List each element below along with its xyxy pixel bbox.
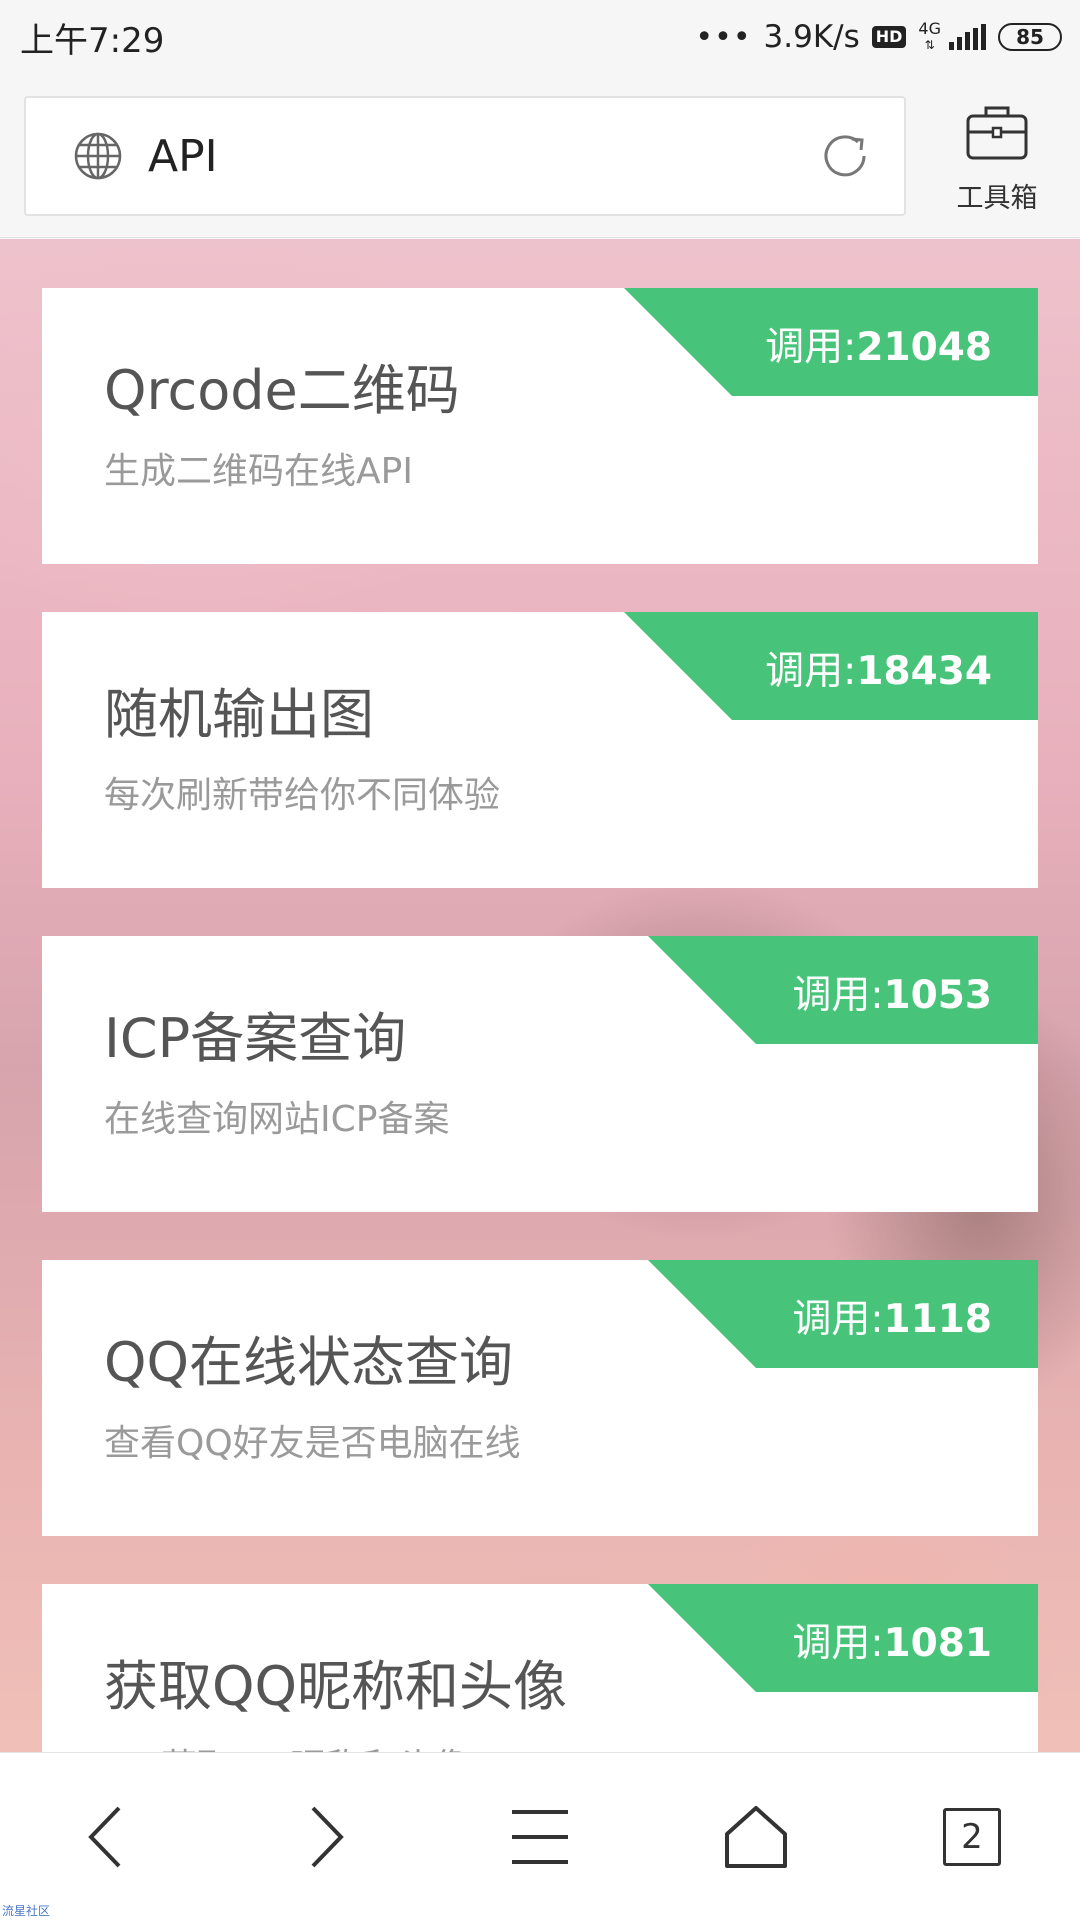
address-text[interactable]: API <box>148 131 816 182</box>
menu-button[interactable] <box>432 1753 648 1920</box>
data-arrows-icon: ⇅ <box>924 38 935 52</box>
toolbox-button[interactable]: 工具箱 <box>942 96 1052 216</box>
watermark: 流星社区 <box>2 1904 51 1918</box>
api-description: 生成二维码在线API <box>104 451 413 492</box>
menu-icon <box>512 1810 568 1864</box>
status-indicators: ••• 3.9K/s HD 4G ⇅ 85 <box>695 19 1062 55</box>
network-speed: 3.9K/s <box>763 19 860 55</box>
bottom-navigation: 2 <box>0 1752 1080 1920</box>
api-title: Qrcode二维码 <box>104 359 460 422</box>
network-type-label: 4G <box>918 19 941 38</box>
globe-icon <box>74 132 122 180</box>
more-dots-icon: ••• <box>695 19 752 55</box>
status-bar: 上午7:29 ••• 3.9K/s HD 4G ⇅ 85 <box>0 0 1080 74</box>
battery-icon: 85 <box>998 23 1062 51</box>
call-count: 调用:21048 <box>765 325 992 370</box>
tab-count-icon: 2 <box>943 1808 1001 1866</box>
api-description: 查看QQ好友是否电脑在线 <box>104 1423 521 1464</box>
api-card-qrcode[interactable]: 调用:21048 Qrcode二维码 生成二维码在线API <box>42 288 1038 564</box>
api-card-qq-nickname[interactable]: 调用:1081 获取QQ昵称和头像 API获取QQ昵称和头像 <box>42 1584 1038 1752</box>
api-description: 每次刷新带给你不同体验 <box>104 775 501 816</box>
status-time: 上午7:29 <box>20 20 165 61</box>
back-icon <box>88 1806 121 1868</box>
api-title: 获取QQ昵称和头像 <box>104 1655 568 1718</box>
forward-button[interactable] <box>216 1753 432 1920</box>
hd-badge: HD <box>871 26 907 48</box>
back-button[interactable] <box>0 1753 216 1920</box>
api-list: 调用:21048 Qrcode二维码 生成二维码在线API 调用:18434 随… <box>0 239 1080 1752</box>
forward-icon <box>311 1806 344 1868</box>
address-bar[interactable]: API <box>24 96 906 216</box>
network-type: 4G ⇅ <box>918 21 941 53</box>
tabs-button[interactable]: 2 <box>864 1753 1080 1920</box>
api-title: QQ在线状态查询 <box>104 1331 514 1394</box>
call-count: 调用:1053 <box>792 973 992 1018</box>
api-card-icp[interactable]: 调用:1053 ICP备案查询 在线查询网站ICP备案 <box>42 936 1038 1212</box>
battery-level: 85 <box>1016 25 1044 49</box>
call-count: 调用:1081 <box>792 1621 992 1666</box>
home-icon <box>725 1806 787 1868</box>
browser-toolbar: API 工具箱 <box>0 74 1080 238</box>
call-count: 调用:18434 <box>765 649 992 694</box>
call-count: 调用:1118 <box>792 1297 992 1342</box>
toolbox-icon <box>966 106 1028 160</box>
home-button[interactable] <box>648 1753 864 1920</box>
api-card-random-image[interactable]: 调用:18434 随机输出图 每次刷新带给你不同体验 <box>42 612 1038 888</box>
api-card-qq-status[interactable]: 调用:1118 QQ在线状态查询 查看QQ好友是否电脑在线 <box>42 1260 1038 1536</box>
signal-icon <box>949 24 986 50</box>
api-description: 在线查询网站ICP备案 <box>104 1099 450 1140</box>
api-title: 随机输出图 <box>104 683 374 746</box>
refresh-icon[interactable] <box>816 127 874 185</box>
toolbox-label: 工具箱 <box>956 183 1038 214</box>
api-description: API获取QQ昵称和头像 <box>104 1738 470 1752</box>
api-title: ICP备案查询 <box>104 1007 407 1070</box>
